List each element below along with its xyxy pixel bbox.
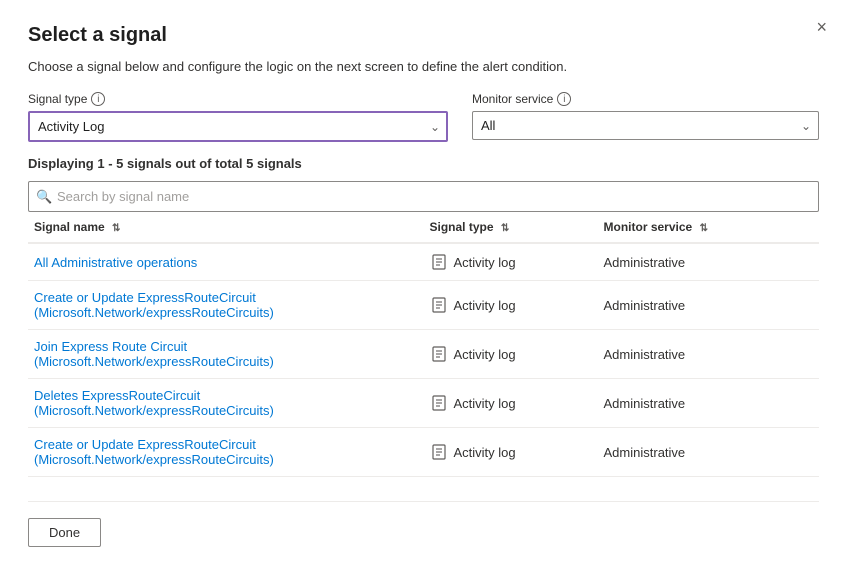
- table-row: All Administrative operations Activity l…: [28, 243, 819, 281]
- signal-type-cell: Activity log: [424, 243, 598, 281]
- column-header-monitor-service[interactable]: Monitor service ⇅: [598, 212, 819, 243]
- monitor-service-label: Monitor service i: [472, 92, 819, 106]
- monitor-service-select-wrapper: All Administrative Service Health ⌄: [472, 111, 819, 140]
- monitor-service-cell: Administrative: [598, 428, 819, 477]
- search-icon: 🔍: [36, 189, 52, 205]
- activity-log-icon: [430, 253, 448, 271]
- search-input[interactable]: [28, 181, 819, 212]
- monitor-service-info-icon: i: [557, 92, 571, 106]
- signal-type-cell: Activity log: [424, 330, 598, 379]
- monitor-service-cell: Administrative: [598, 281, 819, 330]
- signal-type-select[interactable]: Activity Log Metric Log: [28, 111, 448, 142]
- activity-log-icon: [430, 443, 448, 461]
- signal-type-label: Activity log: [454, 445, 516, 460]
- monitor-service-group: Monitor service i All Administrative Ser…: [472, 92, 819, 142]
- table-row: Create or Update ExpressRouteCircuit (Mi…: [28, 281, 819, 330]
- sort-icon-signal-type: ⇅: [501, 223, 509, 234]
- table-row: Create or Update ExpressRouteCircuit (Mi…: [28, 428, 819, 477]
- table-row: Deletes ExpressRouteCircuit (Microsoft.N…: [28, 379, 819, 428]
- dialog-title: Select a signal: [28, 24, 819, 47]
- done-button[interactable]: Done: [28, 518, 101, 547]
- displaying-count: Displaying 1 - 5 signals out of total 5 …: [28, 156, 819, 171]
- signal-name-link[interactable]: Join Express Route Circuit (Microsoft.Ne…: [34, 339, 274, 369]
- signal-type-label: Activity log: [454, 298, 516, 313]
- signal-type-cell: Activity log: [424, 379, 598, 428]
- signal-type-cell: Activity log: [424, 281, 598, 330]
- column-header-signal-type[interactable]: Signal type ⇅: [424, 212, 598, 243]
- signal-type-info-icon: i: [91, 92, 105, 106]
- signal-name-link[interactable]: All Administrative operations: [34, 255, 197, 270]
- signal-type-label: Signal type i: [28, 92, 448, 106]
- monitor-service-cell: Administrative: [598, 330, 819, 379]
- dialog-footer: Done: [28, 501, 819, 547]
- signals-table: Signal name ⇅ Signal type ⇅ Monitor serv…: [28, 212, 819, 477]
- activity-log-icon: [430, 296, 448, 314]
- activity-log-icon: [430, 345, 448, 363]
- signal-type-label: Activity log: [454, 347, 516, 362]
- signal-name-link[interactable]: Create or Update ExpressRouteCircuit (Mi…: [34, 290, 274, 320]
- table-body: All Administrative operations Activity l…: [28, 243, 819, 477]
- search-box-wrapper: 🔍: [28, 181, 819, 212]
- signal-type-group: Signal type i Activity Log Metric Log ⌄: [28, 92, 448, 142]
- dialog-description: Choose a signal below and configure the …: [28, 59, 819, 74]
- monitor-service-cell: Administrative: [598, 243, 819, 281]
- signals-table-container: Signal name ⇅ Signal type ⇅ Monitor serv…: [28, 212, 819, 477]
- signal-type-label: Activity log: [454, 255, 516, 270]
- monitor-service-cell: Administrative: [598, 379, 819, 428]
- signal-type-cell: Activity log: [424, 428, 598, 477]
- sort-icon-signal-name: ⇅: [112, 223, 120, 234]
- sort-icon-monitor-service: ⇅: [700, 223, 708, 234]
- select-signal-dialog: Select a signal × Choose a signal below …: [0, 0, 847, 567]
- signal-type-label: Activity log: [454, 396, 516, 411]
- filter-row: Signal type i Activity Log Metric Log ⌄ …: [28, 92, 819, 142]
- activity-log-icon: [430, 394, 448, 412]
- monitor-service-select[interactable]: All Administrative Service Health: [472, 111, 819, 140]
- table-row: Join Express Route Circuit (Microsoft.Ne…: [28, 330, 819, 379]
- signal-name-link[interactable]: Deletes ExpressRouteCircuit (Microsoft.N…: [34, 388, 274, 418]
- signal-name-link[interactable]: Create or Update ExpressRouteCircuit (Mi…: [34, 437, 274, 467]
- close-button[interactable]: ×: [816, 18, 827, 36]
- column-header-signal-name[interactable]: Signal name ⇅: [28, 212, 424, 243]
- signal-type-select-wrapper: Activity Log Metric Log ⌄: [28, 111, 448, 142]
- table-header: Signal name ⇅ Signal type ⇅ Monitor serv…: [28, 212, 819, 243]
